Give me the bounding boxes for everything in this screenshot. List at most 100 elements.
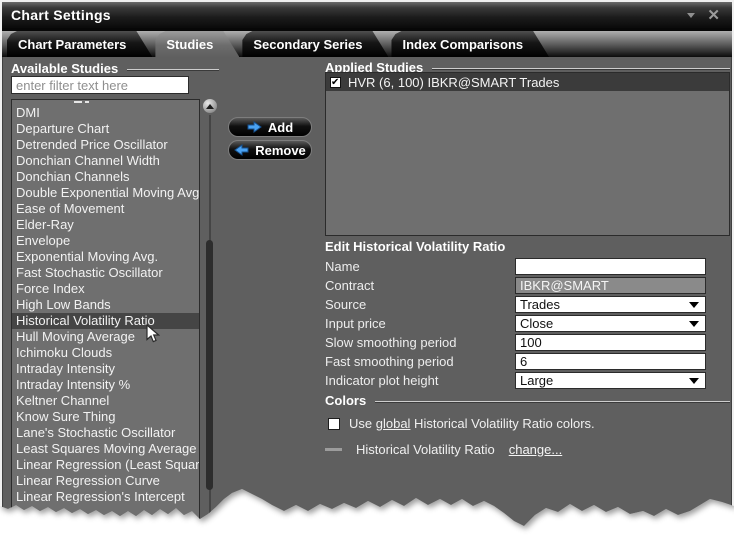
arrow-right-icon [247,121,262,133]
window-controls: ✕ [687,8,732,23]
form-row: Name [325,257,730,276]
form-row: Fast smoothing period 6 [325,352,730,371]
study-color-swatch [325,448,342,451]
use-global-colors-label: Use global Historical Volatility Ratio c… [349,416,595,431]
study-list-item[interactable]: Ichimoku Clouds [12,345,199,361]
study-list-item[interactable]: Donchian Channel Width [12,153,199,169]
field-label: Contract [325,278,515,293]
close-icon[interactable]: ✕ [707,8,720,23]
field-label: Name [325,259,515,274]
study-color-label: Historical Volatility Ratio [356,442,495,457]
study-list-item[interactable]: Ease of Movement [12,201,199,217]
study-list-item[interactable]: Intraday Intensity % [12,377,199,393]
mouse-cursor-icon [146,324,160,345]
tab[interactable]: Chart Parameters [7,31,152,57]
remove-button-label: Remove [255,143,306,158]
study-list-item[interactable]: Force Index [12,281,199,297]
screenshot-stage: Chart Settings ✕ Chart Parameters Studie… [0,0,734,540]
tab-bar: Chart Parameters Studies Secondary Serie… [2,28,732,57]
study-list-item[interactable]: Intraday Intensity [12,361,199,377]
tab[interactable]: Studies [155,31,239,57]
form-row: Slow smoothing period 100 [325,333,730,352]
edit-form: Name Contract IBKR@SMART [325,257,730,390]
form-row: Contract IBKR@SMART [325,276,730,295]
field-control[interactable]: IBKR@SMART [515,277,706,294]
field-label: Input price [325,316,515,331]
field-control[interactable] [515,258,706,275]
checkbox-unchecked-icon[interactable] [328,418,340,430]
available-studies-header: Available Studies [11,61,219,76]
field-control[interactable]: Trades [515,296,706,313]
field-label: Indicator plot height [325,373,515,388]
study-list-item[interactable]: Know Sure Thing [12,409,199,425]
field-value: 100 [516,335,705,350]
studies-panel: Available Studies DMI Departure Chart De… [2,57,732,540]
study-list-item[interactable]: Historical Volatility Ratio [12,313,199,329]
study-list-item[interactable]: Double Exponential Moving Avg. [12,185,199,201]
global-link[interactable]: global [376,416,411,431]
field-control[interactable]: Close [515,315,706,332]
study-list-item[interactable]: Fast Stochastic Oscillator [12,265,199,281]
study-list-item[interactable]: Detrended Price Oscillator [12,137,199,153]
field-control[interactable]: 6 [515,353,706,370]
study-list-item[interactable]: Elder-Ray [12,217,199,233]
study-list-item[interactable]: Linear Regression (Least Square [12,457,199,473]
field-label: Source [325,297,515,312]
study-list-item[interactable]: Lane's Stochastic Oscillator [12,425,199,441]
add-button-label: Add [268,120,293,135]
header-divider [127,69,219,70]
field-value: Close [516,316,705,331]
chevron-down-icon [689,321,699,332]
field-label: Fast smoothing period [325,354,515,369]
study-list-item[interactable]: Linear Regression Curve [12,473,199,489]
field-control[interactable]: 100 [515,334,706,351]
study-list-item[interactable]: Linear Regression's Intercept [12,489,199,505]
study-color-row: Historical Volatility Ratio change... [325,441,562,457]
study-list-item[interactable]: Exponential Moving Avg. [12,249,199,265]
study-list-item[interactable]: Departure Chart [12,121,199,137]
tab[interactable]: Secondary Series [242,31,388,57]
window-title: Chart Settings [2,7,111,23]
chart-settings-dialog: Chart Settings ✕ Chart Parameters Studie… [0,0,734,540]
chevron-down-icon [689,378,699,389]
available-studies-title: Available Studies [11,61,118,76]
colors-title: Colors [325,393,366,408]
remove-button[interactable]: Remove [228,140,312,160]
tab-label: Index Comparisons [402,37,523,52]
available-studies-list[interactable]: DMI Departure Chart Detrended Price Osci… [11,99,200,540]
field-value: Trades [516,297,705,312]
use-global-colors-row: Use global Historical Volatility Ratio c… [328,416,595,431]
applied-studies-list[interactable]: HVR (6, 100) IBKR@SMART Trades [325,72,730,236]
scrollbar-up-icon[interactable] [203,99,217,113]
header-divider [432,68,730,69]
form-row: Input price Close [325,314,730,333]
field-value: Large [516,373,705,388]
tab-label: Chart Parameters [18,37,126,52]
filter-input[interactable] [11,76,189,94]
scrollbar-thumb[interactable] [206,240,213,490]
applied-study-label: HVR (6, 100) IBKR@SMART Trades [348,75,559,90]
study-list-item[interactable]: Hull Moving Average [12,329,199,345]
study-list-item[interactable]: DMI [12,105,199,121]
study-list-item[interactable]: Envelope [12,233,199,249]
chevron-down-icon [689,302,699,313]
header-divider [375,401,730,402]
study-list-item[interactable]: High Low Bands [12,297,199,313]
arrow-left-icon [234,144,249,156]
field-label: Slow smoothing period [325,335,515,350]
tab-label: Secondary Series [253,37,362,52]
tab[interactable]: Index Comparisons [391,31,549,57]
field-control[interactable]: Large [515,372,706,389]
title-bar[interactable]: Chart Settings ✕ [2,2,732,28]
study-list-item[interactable]: Donchian Channels [12,169,199,185]
change-color-link[interactable]: change... [509,442,563,457]
study-list-item[interactable]: Keltner Channel [12,393,199,409]
edit-section-title: Edit Historical Volatility Ratio [325,239,505,254]
checkbox-checked-icon[interactable] [330,77,341,88]
torn-screenshot-shadow: Chart Settings ✕ Chart Parameters Studie… [0,0,734,540]
form-row: Indicator plot height Large [325,371,730,390]
window-menu-icon[interactable] [687,13,695,22]
study-list-item[interactable]: Least Squares Moving Average [12,441,199,457]
add-button[interactable]: Add [228,117,312,137]
applied-study-row[interactable]: HVR (6, 100) IBKR@SMART Trades [326,73,729,91]
